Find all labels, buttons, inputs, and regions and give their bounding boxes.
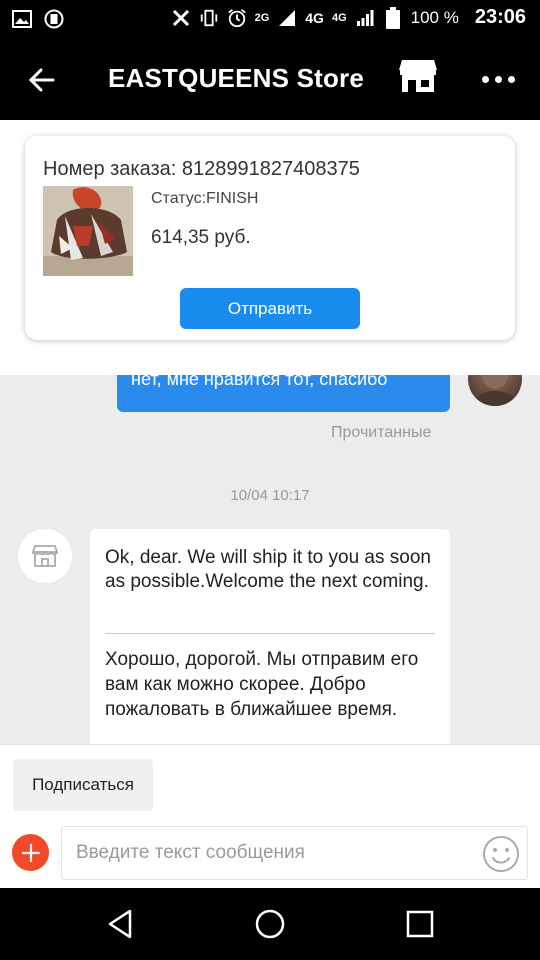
- status-bar: 2G 4G 4G 100 % 23:06: [0, 0, 540, 38]
- square-recents-icon: [406, 910, 434, 938]
- nav-recents-button[interactable]: [402, 906, 438, 942]
- system-nav-bar: [0, 888, 540, 960]
- product-image-icon: [43, 186, 133, 276]
- back-button[interactable]: [22, 60, 62, 100]
- network-type-label: 4G: [331, 11, 347, 24]
- circle-home-icon: [255, 909, 285, 939]
- order-price: 614,35 руб.: [151, 227, 251, 248]
- signal-icon: [355, 8, 375, 28]
- status-left-icons: [12, 9, 64, 29]
- network-type-label: 2G: [254, 11, 270, 24]
- translation-divider: [105, 633, 435, 634]
- status-right-icons: 2G 4G 4G 100 % 23:06: [171, 6, 526, 29]
- store-avatar[interactable]: [18, 529, 72, 583]
- incoming-message-original: Ok, dear. We will ship it to you as soon…: [105, 547, 431, 592]
- nav-home-button[interactable]: [252, 906, 288, 942]
- product-thumbnail[interactable]: [43, 186, 133, 276]
- order-card[interactable]: Номер заказа: 8128991827408375 Статус:FI…: [25, 136, 515, 340]
- triangle-back-icon: [108, 909, 132, 939]
- attach-button[interactable]: [12, 834, 49, 871]
- arrow-left-icon: [29, 68, 55, 92]
- alarm-icon: [227, 8, 247, 28]
- chat-area[interactable]: нет, мне нравится тот, спасибо Номер зак…: [0, 120, 540, 744]
- store-button[interactable]: [398, 58, 442, 98]
- order-number: Номер заказа: 8128991827408375: [43, 158, 360, 180]
- nav-back-button[interactable]: [102, 906, 138, 942]
- vibrate-icon: [199, 8, 219, 28]
- network-type-label: 4G: [305, 9, 324, 26]
- store-icon: [399, 60, 437, 92]
- signal-icon: [277, 8, 297, 28]
- order-panel: Номер заказа: 8128991827408375 Статус:FI…: [0, 120, 540, 375]
- more-dot-icon: [507, 75, 515, 83]
- battery-icon: [383, 6, 403, 29]
- composer-panel: Подписаться: [0, 744, 540, 888]
- emoji-button[interactable]: [481, 834, 521, 874]
- more-menu-button[interactable]: [476, 62, 520, 96]
- incoming-message-translation: Хорошо, дорогой. Мы отправим его вам как…: [105, 649, 419, 720]
- smiley-icon: [483, 836, 519, 872]
- read-receipt: Прочитанные: [331, 424, 432, 441]
- send-order-button[interactable]: Отправить: [180, 288, 360, 329]
- message-input-box[interactable]: [61, 826, 528, 880]
- message-input[interactable]: [76, 827, 476, 879]
- battery-percent: 100 %: [410, 7, 459, 27]
- plus-icon: [21, 843, 40, 862]
- more-dot-icon: [494, 75, 502, 83]
- storage-icon: [44, 9, 64, 29]
- subscribe-button[interactable]: Подписаться: [13, 759, 153, 811]
- app-bar: EASTQUEENS Store: [0, 38, 540, 120]
- gallery-icon: [12, 9, 32, 29]
- page-title: EASTQUEENS Store: [108, 63, 365, 93]
- status-time: 23:06: [474, 6, 526, 28]
- incoming-message-bubble[interactable]: Ok, dear. We will ship it to you as soon…: [90, 529, 450, 744]
- no-sim-icon: [171, 8, 191, 28]
- order-status: Статус:FINISH: [151, 190, 259, 207]
- more-dot-icon: [481, 75, 489, 83]
- store-icon: [32, 545, 58, 567]
- message-timestamp: 10/04 10:17: [230, 487, 310, 504]
